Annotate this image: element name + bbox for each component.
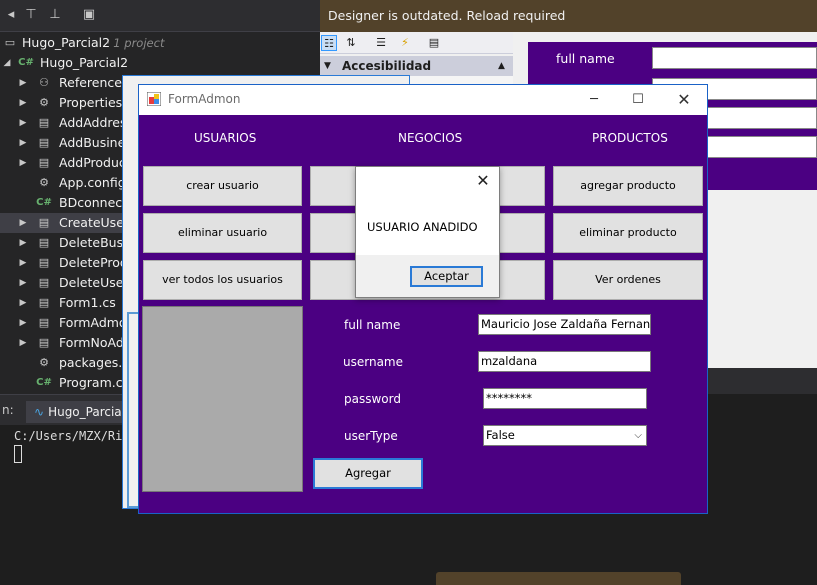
expand-caret-icon[interactable]: ▶ <box>18 233 28 253</box>
tab-wave-icon: ∿ <box>34 405 45 419</box>
crear-usuario-button[interactable]: crear usuario <box>143 166 302 206</box>
form-icon: ▤ <box>38 256 50 269</box>
form-app-icon <box>147 92 161 106</box>
back-icon[interactable]: ◂ <box>4 8 18 22</box>
form-icon: ▤ <box>38 336 50 349</box>
tree-item-label: References <box>59 75 129 90</box>
tree-item-label: Properties <box>59 95 123 110</box>
solution-icon: ▭ <box>4 36 16 49</box>
expand-caret-icon[interactable]: ▶ <box>18 73 28 93</box>
designer-outdated-banner: Designer is outdated. Reload required <box>320 0 817 32</box>
collapse-caret-icon[interactable]: ▼ <box>324 56 331 76</box>
minimize-icon[interactable]: ─ <box>584 90 604 110</box>
eliminar-producto-button[interactable]: eliminar producto <box>553 213 703 253</box>
output-tab-prefix: n: <box>2 403 14 417</box>
tree-item-label: FormAdmor <box>59 315 132 330</box>
csharp-icon: C# <box>36 377 52 388</box>
tree-item-label: Form1.cs <box>59 295 116 310</box>
usertype-label: userType <box>344 429 398 443</box>
ver-usuarios-button[interactable]: ver todos los usuarios <box>143 260 302 300</box>
chevron-down-icon[interactable]: ⌵ <box>634 426 642 445</box>
properties-category-row[interactable]: ▼ Accesibilidad ▲ <box>320 56 513 76</box>
alphabetical-icon[interactable]: ⇅ <box>343 35 359 51</box>
config-icon: ⚙ <box>39 176 49 189</box>
maximize-icon[interactable]: ☐ <box>628 90 648 110</box>
tree-item-label: AddProduct <box>59 155 131 170</box>
form-icon: ▤ <box>38 296 50 309</box>
console-line: C:/Users/MZX/Ric <box>14 429 130 443</box>
project-node[interactable]: ◢ C# Hugo_Parcial2 <box>0 53 320 73</box>
eliminar-usuario-button[interactable]: eliminar usuario <box>143 213 302 253</box>
project-count: · 1 project <box>106 36 165 50</box>
expand-caret-icon[interactable]: ◢ <box>2 53 12 73</box>
build-notification <box>436 572 681 585</box>
message-text: USUARIO ANADIDO <box>367 220 478 234</box>
designer-fullname-label: full name <box>556 51 615 66</box>
tree-item-label: AddBusines <box>59 135 132 150</box>
fullname-label: full name <box>344 318 401 332</box>
close-icon[interactable]: ✕ <box>674 90 694 110</box>
form-icon: ▤ <box>38 276 50 289</box>
form-icon: ▤ <box>38 136 50 149</box>
expand-caret-icon[interactable]: ▶ <box>18 333 28 353</box>
section-productos: PRODUCTOS <box>592 131 668 145</box>
expand-caret-icon[interactable]: ▶ <box>18 313 28 333</box>
form-icon: ▤ <box>38 116 50 129</box>
formadmon-title: FormAdmon <box>168 92 241 106</box>
expand-caret-icon[interactable]: ▶ <box>18 153 28 173</box>
fullname-input[interactable]: Mauricio Jose Zaldaña Fernandez <box>478 314 651 335</box>
output-tab-label: Hugo_Parcial2 <box>48 405 133 419</box>
expand-caret-icon[interactable]: ▶ <box>18 93 28 113</box>
designer-surface-lower <box>708 190 817 368</box>
references-icon: ⚇ <box>39 76 49 89</box>
sync-icon[interactable]: ⊥ <box>48 8 62 22</box>
events-icon[interactable]: ⚡ <box>397 35 413 51</box>
username-label: username <box>343 355 403 369</box>
properties-toolbar: ☷ ⇅ ☰ ⚡ ▤ <box>320 32 513 54</box>
usertype-value: False <box>486 428 515 442</box>
section-negocios: NEGOCIOS <box>398 131 463 145</box>
solution-label: Hugo_Parcial2 <box>22 35 111 50</box>
categorized-icon[interactable]: ☷ <box>321 35 337 51</box>
project-label: Hugo_Parcial2 <box>40 55 129 70</box>
tree-item-label: App.config <box>59 175 126 190</box>
form-icon: ▤ <box>38 316 50 329</box>
close-icon[interactable]: ✕ <box>474 172 492 190</box>
aceptar-button[interactable]: Aceptar <box>410 266 483 287</box>
agregar-producto-button[interactable]: agregar producto <box>553 166 703 206</box>
form-icon: ▤ <box>38 236 50 249</box>
expand-caret-icon[interactable]: ▶ <box>18 213 28 233</box>
tree-item-label: FormNoAdr <box>59 335 129 350</box>
expand-caret-icon[interactable]: ▶ <box>18 133 28 153</box>
properties-category-label: Accesibilidad <box>342 59 432 73</box>
password-input[interactable]: ******** <box>483 388 647 409</box>
properties-icon[interactable]: ☰ <box>373 35 389 51</box>
solution-explorer-toolbar: ◂ ⊤ ⊥ ▣ <box>0 0 320 32</box>
password-label: password <box>344 392 401 406</box>
username-input[interactable]: mzaldana <box>478 351 651 372</box>
expand-caret-icon[interactable]: ▶ <box>18 293 28 313</box>
expand-caret-icon[interactable]: ▶ <box>18 113 28 133</box>
config-icon: ⚙ <box>39 356 49 369</box>
property-pages-icon[interactable]: ▤ <box>426 35 442 51</box>
agregar-button[interactable]: Agregar <box>313 458 423 489</box>
csharp-icon: C# <box>36 197 52 208</box>
expand-caret-icon[interactable]: ▶ <box>18 273 28 293</box>
collapse-all-icon[interactable]: ⊤ <box>24 8 38 22</box>
user-picture-box <box>142 306 303 492</box>
scroll-up-icon[interactable]: ▲ <box>498 56 505 76</box>
designer-textbox <box>652 47 817 69</box>
csharp-project-icon: C# <box>18 57 34 68</box>
solution-node[interactable]: ▭ Hugo_Parcial2 · 1 project <box>0 33 320 53</box>
tree-item-label: Program.cs <box>59 375 130 390</box>
form-icon: ▤ <box>38 216 50 229</box>
console-cursor <box>14 445 22 463</box>
show-all-files-icon[interactable]: ▣ <box>82 8 96 22</box>
usertype-select[interactable]: False ⌵ <box>483 425 647 446</box>
form-icon: ▤ <box>38 156 50 169</box>
section-usuarios: USUARIOS <box>194 131 257 145</box>
properties-icon: ⚙ <box>39 96 49 109</box>
ver-ordenes-button[interactable]: Ver ordenes <box>553 260 703 300</box>
expand-caret-icon[interactable]: ▶ <box>18 253 28 273</box>
